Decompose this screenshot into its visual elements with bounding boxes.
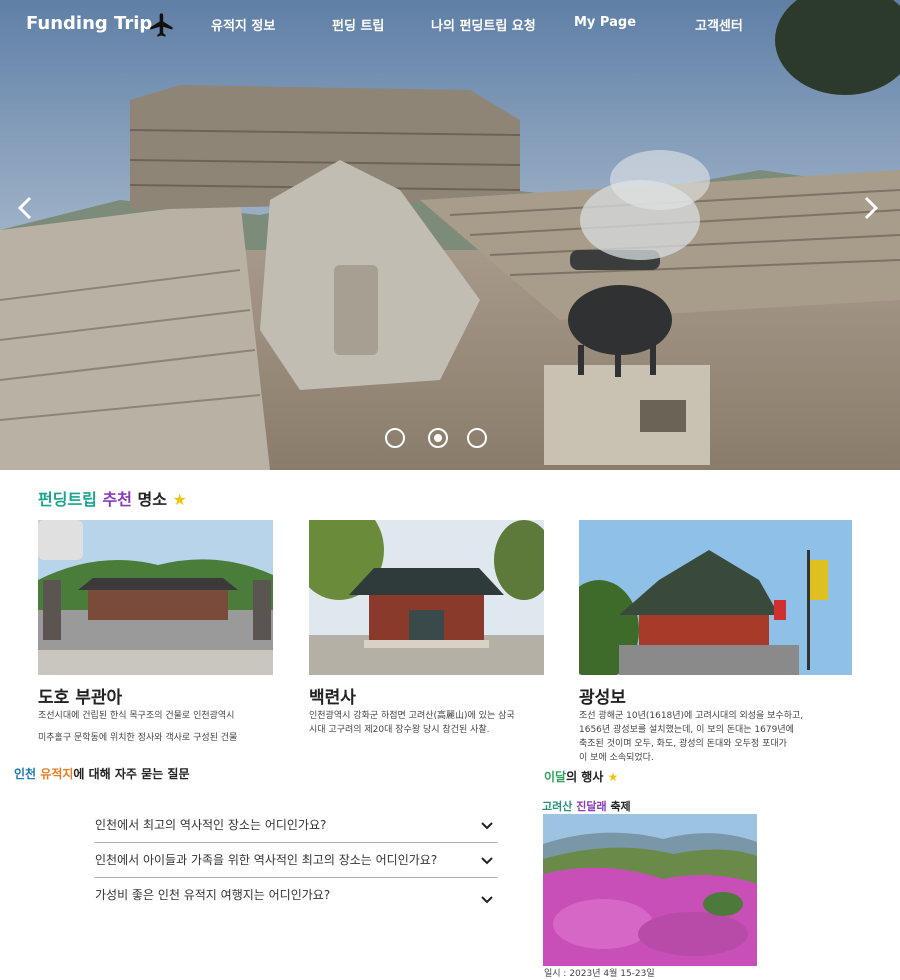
event-section-title: 이달의 행사 ★ [544, 770, 619, 784]
faq-question: 인천에서 아이들과 가족을 위한 역사적인 최고의 장소는 어디인가요? [95, 853, 438, 867]
chevron-down-icon[interactable] [481, 896, 493, 904]
faq-item-3[interactable]: 가성비 좋은 인천 유적지 여행지는 어디인가요? [95, 886, 497, 920]
card-title-dohobugwana[interactable]: 도호 부관아 [38, 683, 122, 708]
card-desc-line: 인천광역시 강화군 하점면 고려산(高麗山)에 있는 삼국 [309, 711, 515, 721]
card-desc-line: 조선시대에 건립된 한식 목구조의 건물로 인천광역시 [38, 711, 235, 721]
card-image-dohobugwana[interactable] [38, 520, 273, 675]
faq-section-title: 인천 유적지에 대해 자주 묻는 질문 [14, 767, 190, 781]
carousel-indicators [385, 428, 495, 448]
event-date: 일시 : 2023년 4월 15-23일 [544, 969, 655, 979]
chevron-down-icon[interactable] [481, 822, 493, 830]
nav-my-funding-request[interactable]: 나의 펀딩트립 요청 [431, 15, 536, 34]
carousel-dot-2[interactable] [428, 428, 448, 448]
faq-divider [95, 877, 497, 878]
faq-question: 가성비 좋은 인천 유적지 여행지는 어디인가요? [95, 888, 331, 902]
nav-heritage-info[interactable]: 유적지 정보 [211, 15, 275, 34]
chevron-left-icon[interactable] [10, 193, 40, 223]
carousel-dot-3[interactable] [467, 428, 487, 448]
faq-item-2[interactable]: 인천에서 아이들과 가족을 위한 역사적인 최고의 장소는 어디인가요? [95, 851, 497, 885]
hero-image [0, 0, 900, 470]
faq-divider [95, 842, 497, 843]
nav-my-page[interactable]: My Page [574, 15, 636, 30]
event-image-azalea-festival[interactable] [543, 814, 757, 966]
card-desc-line: 이 보에 소속되었다. [579, 753, 654, 763]
card-desc-line: 시대 고구려의 제20대 장수왕 당시 창건된 사찰. [309, 725, 490, 735]
card-image-gwangseongbo[interactable] [579, 520, 852, 675]
event-name[interactable]: 고려산 진달래 축제 [542, 798, 631, 814]
star-icon: ★ [172, 490, 187, 509]
card-desc-line: 조선 광해군 10년(1618년)에 고려시대의 외성을 보수하고, [579, 711, 804, 721]
recommend-section-title: 펀딩트립 추천 명소 ★ [38, 490, 187, 509]
star-icon: ★ [607, 770, 619, 784]
faq-item-1[interactable]: 인천에서 최고의 역사적인 장소는 어디인가요? [95, 816, 497, 850]
nav-funding-trip[interactable]: 펀딩 트립 [332, 15, 384, 34]
chevron-down-icon[interactable] [481, 857, 493, 865]
chevron-right-icon[interactable] [856, 193, 886, 223]
card-title-gwangseongbo[interactable]: 광성보 [579, 683, 626, 708]
card-desc-line: 미추홀구 문학동에 위치한 정사와 객사로 구성된 건물 [38, 733, 238, 743]
brand-logo[interactable]: Funding Trip [26, 13, 152, 34]
carousel-dot-1[interactable] [385, 428, 405, 448]
card-title-baengnyeonsa[interactable]: 백련사 [309, 683, 356, 708]
card-image-baengnyeonsa[interactable] [309, 520, 544, 675]
nav-customer-center[interactable]: 고객센터 [695, 15, 743, 34]
airplane-icon [150, 13, 173, 37]
top-navigation: Funding Trip 유적지 정보 펀딩 트립 나의 펀딩트립 요청 My … [0, 0, 900, 50]
card-desc-line: 축조된 것이며 오두, 화도, 광성의 돈대와 오두정 포대가 [579, 739, 787, 749]
hero-carousel: Funding Trip 유적지 정보 펀딩 트립 나의 펀딩트립 요청 My … [0, 0, 900, 470]
faq-question: 인천에서 최고의 역사적인 장소는 어디인가요? [95, 818, 327, 832]
card-desc-line: 1656년 광성보를 설치했는데, 이 보의 돈대는 1679년에 [579, 725, 794, 735]
page: Funding Trip 유적지 정보 펀딩 트립 나의 펀딩트립 요청 My … [0, 0, 900, 980]
